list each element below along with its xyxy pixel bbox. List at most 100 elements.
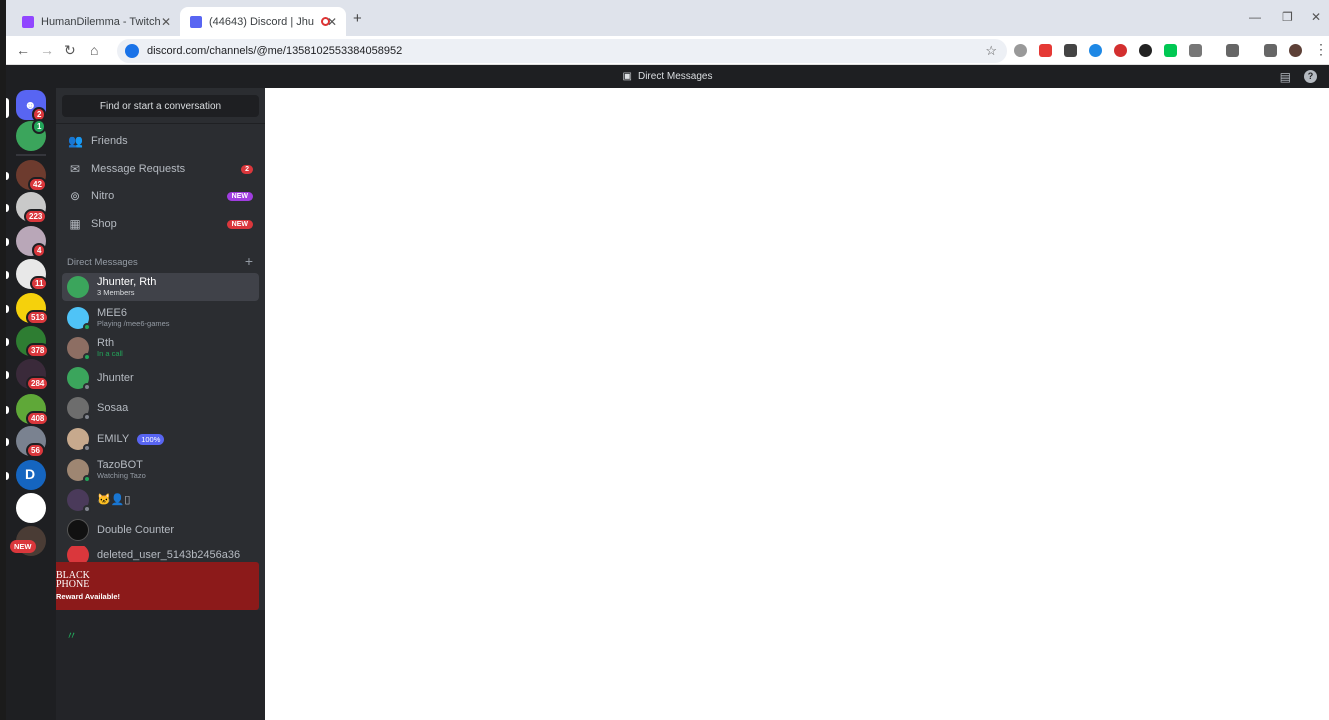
nav-label: Shop <box>91 218 117 230</box>
dm-name: 🐱‍👤▯ <box>97 494 131 506</box>
reading-list-icon[interactable] <box>1264 44 1277 57</box>
tab-discord[interactable]: (44643) Discord | Jhunter, R ✕ <box>180 7 346 36</box>
nav-nitro[interactable]: ⊚ Nitro NEW <box>62 183 259 209</box>
server-icon[interactable]: 408 <box>16 394 50 426</box>
dm-item[interactable]: Sosaa <box>62 394 259 422</box>
unread-pill <box>6 204 9 212</box>
dm-name: deleted_user_5143b2456a36 <box>97 549 241 561</box>
unread-pill <box>6 472 9 480</box>
unread-pill <box>6 338 9 346</box>
new-tab-button[interactable]: + <box>353 10 362 27</box>
dm-item[interactable]: TazoBOT Watching Tazo <box>62 456 259 484</box>
menu-icon[interactable]: ⋮ <box>1314 41 1328 58</box>
nav-friends[interactable]: 👥 Friends <box>62 128 259 154</box>
puzzle-icon[interactable] <box>1189 44 1202 57</box>
avatar <box>67 428 91 452</box>
server-icon[interactable]: 4 <box>16 226 47 258</box>
group-avatar <box>67 276 89 298</box>
server-icon[interactable]: 56 <box>16 426 46 458</box>
reward-banner[interactable]: BLACK PHONE Reward Available! <box>56 562 259 610</box>
dm-sub: Watching Tazo <box>97 471 146 480</box>
dm-name: TazoBOT <box>97 459 143 471</box>
dm-item[interactable]: Jhunter, Rth 3 Members <box>62 273 259 301</box>
tab-title: (44643) Discord | Jhunter, R <box>209 15 314 28</box>
find-conversation-button[interactable]: Find or start a conversation <box>62 95 259 117</box>
dm-sub: In a call <box>97 349 123 358</box>
dm-sub: 3 Members <box>97 288 135 297</box>
dm-name: EMILY <box>97 433 130 445</box>
extension-icon[interactable] <box>1014 44 1027 57</box>
nav-message-requests[interactable]: ✉ Message Requests 2 <box>62 156 259 182</box>
unread-pill <box>6 371 9 379</box>
tab-twitch[interactable]: HumanDilemma - Twitch ✕ <box>12 7 180 36</box>
new-servers-badge: NEW <box>10 540 36 553</box>
help-icon[interactable]: ? <box>1304 70 1317 83</box>
unread-badge: 11 <box>30 276 49 291</box>
reload-icon[interactable]: ↻ <box>64 42 76 59</box>
dm-name: Jhunter, Rth <box>97 276 157 288</box>
avatar <box>67 367 91 391</box>
unread-pill <box>6 406 9 414</box>
shop-icon: ▦ <box>69 217 81 231</box>
restore-button[interactable]: ❐ <box>1282 10 1293 24</box>
close-icon[interactable]: ✕ <box>327 15 337 29</box>
forward-icon[interactable]: → <box>40 42 54 58</box>
dm-item[interactable]: 🐱‍👤▯ <box>62 486 259 514</box>
minimize-button[interactable]: — <box>1249 10 1261 24</box>
server-icon[interactable]: 1 <box>16 119 47 151</box>
unread-badge: 4 <box>32 243 47 258</box>
close-icon[interactable]: ✕ <box>161 15 171 29</box>
unread-pill <box>6 172 9 180</box>
adblock-icon[interactable] <box>1039 44 1052 57</box>
dm-item[interactable]: MEE6 Playing /mee6-games <box>62 304 259 332</box>
nitro-icon: ⊚ <box>69 189 81 203</box>
home-icon[interactable]: ⌂ <box>90 42 98 58</box>
dm-item[interactable]: Jhunter <box>62 364 259 392</box>
nav-shop[interactable]: ▦ Shop NEW <box>62 211 259 237</box>
home-discord-button[interactable]: ☻ 2 <box>16 90 47 122</box>
friends-icon: 👥 <box>68 134 83 148</box>
profile-avatar[interactable] <box>1289 44 1302 57</box>
dm-icon: ▣ <box>622 71 632 82</box>
dm-item[interactable]: Rth In a call <box>62 334 259 362</box>
server-list: ☻ 2 1 42 223 4 11 513 378 284 408 56 D N… <box>6 88 56 720</box>
discord-title-bar: ▣ Direct Messages ▤ ? <box>6 65 1329 88</box>
avatar <box>67 519 89 541</box>
bookmark-star-icon[interactable]: ☆ <box>985 43 997 59</box>
unread-badge: 223 <box>24 209 48 224</box>
unread-pill <box>6 305 9 313</box>
media-icon[interactable] <box>1226 44 1239 57</box>
dm-name: Double Counter <box>97 524 175 536</box>
avatar <box>67 307 91 331</box>
dm-item[interactable]: EMILY 100% <box>62 425 259 453</box>
avatar <box>67 397 91 421</box>
server-icon[interactable]: 223 <box>16 192 48 224</box>
close-window-button[interactable]: ✕ <box>1311 10 1321 24</box>
site-info-icon[interactable] <box>125 44 139 58</box>
dm-name: Rth <box>97 337 115 349</box>
dm-sub: Playing /mee6-games <box>97 319 170 328</box>
top-title: Direct Messages <box>637 71 713 82</box>
browser-tab-bar: HumanDilemma - Twitch ✕ (44643) Discord … <box>6 0 1329 36</box>
extension-icon[interactable] <box>1089 44 1102 57</box>
extension-icon[interactable] <box>1139 44 1152 57</box>
tab-title: HumanDilemma - Twitch <box>41 15 161 28</box>
dm-item[interactable]: Double Counter <box>62 516 259 544</box>
back-icon[interactable]: ← <box>16 42 30 58</box>
inbox-icon[interactable]: ▤ <box>1280 70 1291 84</box>
new-badge: NEW <box>226 191 253 201</box>
server-icon[interactable]: 42 <box>16 160 47 192</box>
url-input[interactable]: discord.com/channels/@me/135810255338405… <box>117 39 1007 63</box>
server-icon[interactable]: 513 <box>16 293 50 325</box>
nav-label: Message Requests <box>91 163 186 175</box>
unread-badge: 284 <box>26 376 50 391</box>
server-icon[interactable]: 378 <box>16 326 50 358</box>
server-icon[interactable]: 11 <box>16 259 49 291</box>
create-dm-button[interactable]: + <box>245 253 253 269</box>
server-icon[interactable] <box>16 493 46 523</box>
extension-icon[interactable] <box>1114 44 1127 57</box>
server-icon[interactable]: 284 <box>16 359 50 391</box>
kick-icon[interactable] <box>1164 44 1177 57</box>
server-icon[interactable]: D <box>16 460 46 490</box>
extension-icon[interactable] <box>1064 44 1077 57</box>
